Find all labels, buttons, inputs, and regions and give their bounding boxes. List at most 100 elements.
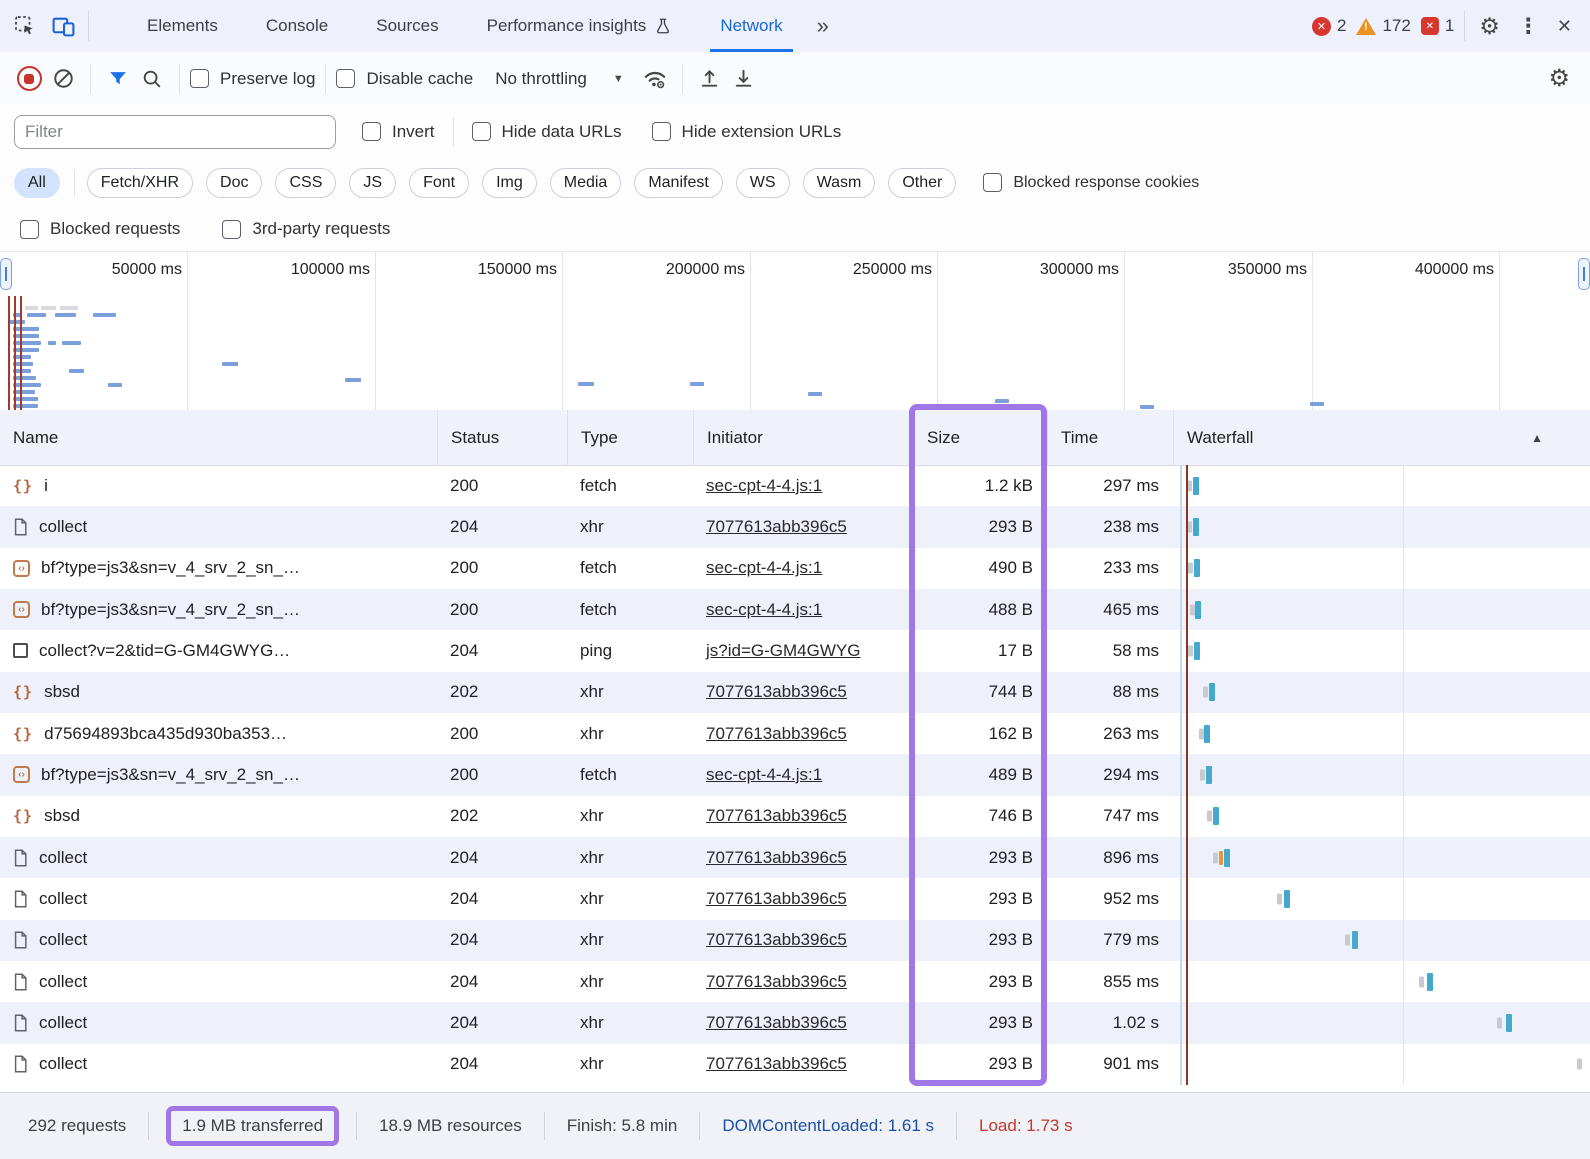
request-row[interactable]: collect 204 xhr 7077613abb396c5 293 B 1.02 s (0, 1002, 1590, 1044)
chip-fetch-xhr[interactable]: Fetch/XHR (86, 167, 194, 198)
request-initiator: sec-cpt-4-4.js:1 (693, 548, 913, 589)
invert-checkbox[interactable]: Invert (362, 122, 435, 142)
more-tabs-icon[interactable]: » (807, 13, 839, 39)
request-row[interactable]: {} sbsd 202 xhr 7077613abb396c5 746 B 747 ms (0, 796, 1590, 837)
third-party-requests-checkbox[interactable]: 3rd-party requests (222, 219, 390, 239)
network-conditions-icon[interactable] (638, 62, 672, 96)
chip-other[interactable]: Other (888, 167, 957, 198)
request-row[interactable]: collect 204 xhr 7077613abb396c5 293 B 952 ms (0, 878, 1590, 919)
close-devtools-icon[interactable]: ✕ (1553, 17, 1576, 35)
chip-css[interactable]: CSS (275, 167, 337, 198)
overview-brush-handle-right[interactable] (1578, 258, 1590, 290)
initiator-link[interactable]: sec-cpt-4-4.js:1 (706, 558, 822, 578)
chip-wasm[interactable]: Wasm (802, 167, 876, 198)
initiator-link[interactable]: sec-cpt-4-4.js:1 (706, 600, 822, 620)
initiator-link[interactable]: 7077613abb396c5 (706, 682, 847, 702)
request-row[interactable]: {} sbsd 202 xhr 7077613abb396c5 744 B 88 ms (0, 671, 1590, 713)
device-toolbar-icon[interactable] (50, 13, 76, 39)
clear-network-log-icon[interactable] (46, 62, 80, 96)
blocked-requests-checkbox[interactable]: Blocked requests (20, 219, 180, 239)
initiator-link[interactable]: 7077613abb396c5 (706, 1054, 847, 1074)
request-row[interactable]: collect 204 xhr 7077613abb396c5 293 B 896 ms (0, 836, 1590, 879)
request-row[interactable]: collect?v=2&tid=G-GM4GWYG… 204 ping js?id=G… (0, 630, 1590, 671)
chip-font[interactable]: Font (409, 167, 470, 198)
request-row[interactable]: collect 204 xhr 7077613abb396c5 293 B 855 ms (0, 961, 1590, 1002)
column-header-time[interactable]: Time (1047, 410, 1173, 465)
import-har-icon[interactable] (693, 62, 727, 96)
initiator-link[interactable]: 7077613abb396c5 (706, 930, 847, 950)
request-size: 293 B (988, 847, 1033, 867)
initiator-link[interactable]: js?id=G-GM4GWYG (706, 641, 860, 661)
request-name-text: sbsd (44, 806, 80, 826)
request-row[interactable]: collect 204 xhr 7077613abb396c5 293 B 779 ms (0, 919, 1590, 961)
request-row[interactable]: {} d75694893bca435d930ba353… 200 xhr 7077613… (0, 713, 1590, 754)
column-header-type[interactable]: Type (567, 410, 693, 465)
blocked-response-cookies-label: Blocked response cookies (1013, 173, 1200, 191)
chip-media[interactable]: Media (549, 167, 622, 198)
tab-elements[interactable]: Elements (123, 0, 242, 52)
more-options-icon[interactable]: ⋮ (1514, 16, 1543, 37)
filter-input[interactable] (14, 114, 336, 149)
column-header-waterfall[interactable]: Waterfall ▲ (1173, 410, 1590, 465)
chip-js[interactable]: JS (349, 167, 397, 198)
network-overview-timeline[interactable]: 50000 ms 100000 ms 150000 ms 200000 ms 25000… (0, 252, 1590, 411)
settings-gear-icon[interactable]: ⚙ (1475, 14, 1504, 38)
overview-brush-handle-left[interactable] (0, 258, 12, 290)
request-row[interactable]: ‹› bf?type=js3&sn=v_4_srv_2_sn_… 200 fetch s… (0, 548, 1590, 589)
preserve-log-checkbox[interactable]: Preserve log (190, 69, 315, 89)
request-size: 293 B (988, 1054, 1033, 1074)
initiator-link[interactable]: 7077613abb396c5 (706, 889, 847, 909)
network-summary-bar: 292 requests 1.9 MB transferred 18.9 MB … (0, 1092, 1590, 1159)
request-type: xhr (580, 806, 604, 826)
chip-ws[interactable]: WS (735, 167, 790, 198)
tab-performance-insights[interactable]: Performance insights (463, 0, 697, 52)
export-har-icon[interactable] (727, 62, 761, 96)
initiator-link[interactable]: 7077613abb396c5 (706, 848, 847, 868)
initiator-link[interactable]: 7077613abb396c5 (706, 517, 847, 537)
sort-ascending-icon[interactable]: ▲ (1531, 431, 1543, 445)
tab-network[interactable]: Network (696, 0, 806, 52)
disable-cache-checkbox[interactable]: Disable cache (336, 69, 473, 89)
throttling-dropdown[interactable]: No throttling ▼ (495, 69, 624, 89)
initiator-link[interactable]: 7077613abb396c5 (706, 806, 847, 826)
chip-img[interactable]: Img (482, 167, 537, 198)
column-header-size[interactable]: Size (913, 410, 1047, 465)
tab-console[interactable]: Console (242, 0, 352, 52)
initiator-link[interactable]: 7077613abb396c5 (706, 972, 847, 992)
request-time: 263 ms (1103, 723, 1159, 743)
tab-sources[interactable]: Sources (352, 0, 462, 52)
initiator-link[interactable]: sec-cpt-4-4.js:1 (706, 476, 822, 496)
column-header-initiator[interactable]: Initiator (693, 410, 913, 465)
column-header-status[interactable]: Status (437, 410, 567, 465)
network-settings-gear-icon[interactable]: ⚙ (1544, 66, 1590, 91)
hide-data-urls-checkbox[interactable]: Hide data URLs (471, 122, 622, 142)
search-icon[interactable] (135, 62, 169, 96)
minimap-bar (222, 362, 238, 366)
blocked-response-cookies-checkbox[interactable]: Blocked response cookies (983, 173, 1199, 192)
request-row[interactable]: ‹› bf?type=js3&sn=v_4_srv_2_sn_… 200 fetch s… (0, 588, 1590, 631)
request-status: 204 (450, 516, 479, 536)
request-row[interactable]: ‹› bf?type=js3&sn=v_4_srv_2_sn_… 200 fetch s… (0, 754, 1590, 796)
request-row[interactable]: {} i 200 fetch sec-cpt-4-4.js:1 1.2 kB 297 ms (0, 465, 1590, 506)
filter-funnel-icon[interactable] (101, 62, 135, 96)
issues-badge[interactable]: ✕ 1 (1420, 16, 1454, 36)
divider (699, 1112, 701, 1140)
column-header-name[interactable]: Name (0, 410, 437, 465)
console-warnings-badge[interactable]: 172 (1356, 16, 1411, 36)
initiator-link[interactable]: sec-cpt-4-4.js:1 (706, 765, 822, 785)
timeline-gridline (1124, 252, 1125, 410)
console-errors-badge[interactable]: ✕ 2 (1311, 16, 1346, 36)
record-network-log-button[interactable] (12, 62, 46, 96)
request-type: xhr (580, 516, 604, 536)
request-row[interactable]: collect 204 xhr 7077613abb396c5 293 B 901 ms (0, 1044, 1590, 1085)
transferred-size: 1.9 MB transferred (182, 1116, 324, 1135)
chip-doc[interactable]: Doc (206, 167, 263, 198)
hide-extension-urls-checkbox[interactable]: Hide extension URLs (651, 122, 841, 142)
inspect-element-icon[interactable] (12, 13, 38, 39)
waterfall-bar (1194, 559, 1200, 578)
initiator-link[interactable]: 7077613abb396c5 (706, 724, 847, 744)
initiator-link[interactable]: 7077613abb396c5 (706, 1013, 847, 1033)
chip-all[interactable]: All (14, 167, 60, 198)
request-row[interactable]: collect 204 xhr 7077613abb396c5 293 B 238 ms (0, 506, 1590, 548)
chip-manifest[interactable]: Manifest (634, 167, 723, 198)
